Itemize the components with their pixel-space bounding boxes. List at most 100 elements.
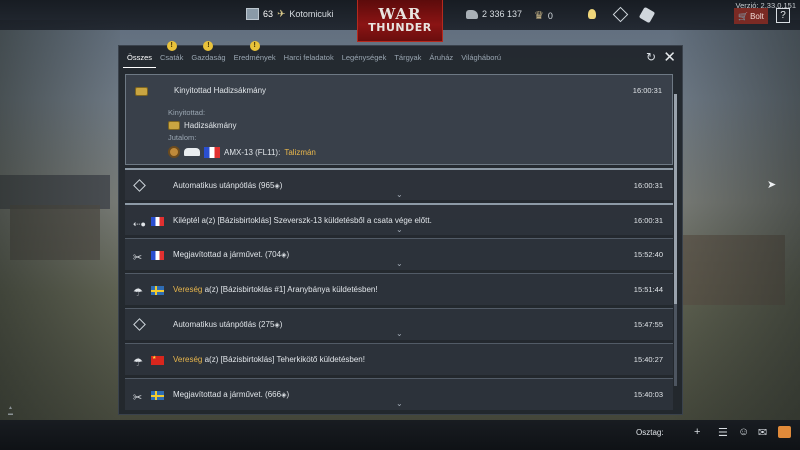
tab-5[interactable]: Legénységek bbox=[338, 46, 391, 68]
warning-badge-icon: ! bbox=[166, 41, 177, 51]
rank-wings-icon: ✈ bbox=[277, 8, 286, 20]
tab-2[interactable]: Gazdaság! bbox=[187, 41, 229, 68]
chevron-down-icon[interactable]: ⌄ bbox=[396, 225, 403, 234]
silver-lions-balance[interactable]: 2 336 137 bbox=[466, 9, 522, 19]
tab-label: Harci feladatok bbox=[283, 53, 334, 62]
shop-label: Bolt bbox=[750, 11, 764, 21]
row-message: Kiléptél a(z) [Bázisbirtoklás] Szeverszk… bbox=[173, 216, 432, 225]
row-icon bbox=[133, 179, 147, 192]
reward-label: Jutalom: bbox=[168, 133, 197, 142]
notification-row[interactable]: ☂ Vereség a(z) [Bázisbirtoklás #1] Aranyb… bbox=[125, 273, 673, 305]
tab-label: Tárgyak bbox=[394, 53, 422, 62]
tab-3[interactable]: Eredmények! bbox=[230, 41, 280, 68]
tab-8[interactable]: Világháború bbox=[457, 46, 505, 68]
refresh-icon[interactable]: ↻ bbox=[646, 50, 656, 64]
repair-cost-icon bbox=[133, 318, 146, 331]
mail-icon[interactable] bbox=[778, 426, 791, 438]
tab-label: Világháború bbox=[461, 53, 502, 62]
notification-expanded-entry[interactable]: Kinyitottad Hadizsákmány 16:00:31 Kinyit… bbox=[125, 74, 673, 165]
row-icon: ⇠● bbox=[133, 214, 147, 229]
silver-lions-value: 2 336 137 bbox=[482, 9, 523, 19]
items-button[interactable] bbox=[612, 6, 629, 23]
row-icon bbox=[133, 318, 147, 331]
reward-item: AMX-13 (FL11): Talizmán bbox=[168, 146, 316, 158]
row-suffix: ) bbox=[279, 181, 283, 190]
notification-row[interactable]: ✂ Megjavítottad a járművet. (704◈) 15:52:4… bbox=[125, 238, 673, 270]
close-icon[interactable]: ✕ bbox=[663, 48, 676, 66]
row-time: 15:52:40 bbox=[633, 250, 663, 259]
bottom-bar bbox=[0, 420, 800, 450]
background-shade-right bbox=[670, 20, 800, 420]
notification-row[interactable]: ✂ Megjavítottad a járművet. (666◈) 15:40:0… bbox=[125, 378, 673, 410]
battle-pass-button[interactable] bbox=[638, 6, 656, 24]
item-box-icon bbox=[612, 6, 629, 23]
squad-label: Osztag: bbox=[636, 428, 664, 437]
notification-row[interactable]: ⇠● Kiléptél a(z) [Bázisbirtoklás] Szevers… bbox=[125, 203, 673, 235]
flag-france-icon bbox=[204, 146, 220, 158]
row-message: a(z) [Bázisbirtoklás] Teherkikötő küldet… bbox=[202, 355, 365, 364]
flag-fr-icon bbox=[151, 251, 164, 260]
row-message: Automatikus utánpótlás (965 bbox=[173, 181, 275, 190]
opened-item-name: Hadizsákmány bbox=[184, 121, 237, 130]
golden-eagle-icon: ♛ bbox=[534, 10, 544, 22]
row-icon: ☂ bbox=[133, 353, 147, 369]
row-icon: ✂ bbox=[133, 388, 147, 404]
tab-label: Eredmények bbox=[233, 53, 276, 62]
row-text: Automatikus utánpótlás (275◈) bbox=[173, 320, 282, 329]
defeat-label: Vereség bbox=[173, 285, 203, 294]
chevron-down-icon[interactable]: ⌄ bbox=[396, 259, 403, 268]
notification-tabs: Összes Csaták! Gazdaság! Eredmények! Harci f… bbox=[119, 41, 682, 68]
opened-item: Hadizsákmány bbox=[168, 121, 236, 130]
parachute-icon: ☂ bbox=[133, 287, 143, 299]
parachute-icon: ☂ bbox=[133, 357, 143, 369]
row-message: Megjavítottad a járművet. (666 bbox=[173, 390, 282, 399]
chat-icon[interactable]: ✉ bbox=[758, 426, 767, 439]
flag-cn-icon bbox=[151, 355, 164, 365]
list-icon[interactable]: ☰ bbox=[718, 426, 728, 439]
notification-row[interactable]: ☂ Vereség a(z) [Bázisbirtoklás] Teherkikö… bbox=[125, 343, 673, 375]
row-suffix: ) bbox=[286, 390, 290, 399]
premium-button[interactable] bbox=[588, 9, 596, 19]
row-time: 16:00:31 bbox=[633, 216, 663, 225]
tab-6[interactable]: Tárgyak bbox=[390, 46, 425, 68]
row-time: 15:40:03 bbox=[633, 390, 663, 399]
background-shade-left bbox=[0, 20, 120, 420]
defeat-label: Vereség bbox=[173, 355, 203, 364]
wrench-icon: ✂ bbox=[133, 252, 143, 264]
exit-battle-icon: ⇠● bbox=[133, 219, 146, 229]
warning-badge-icon: ! bbox=[249, 41, 260, 51]
notification-list[interactable]: Kinyitottad Hadizsákmány 16:00:31 Kinyit… bbox=[125, 74, 673, 412]
war-thunder-logo[interactable]: WAR THUNDER bbox=[357, 0, 443, 42]
add-squad-button[interactable]: + bbox=[694, 426, 700, 438]
player-name: Kotomicuki bbox=[289, 9, 334, 19]
chevron-down-icon[interactable]: ⌄ bbox=[396, 329, 403, 338]
notification-row[interactable]: Automatikus utánpótlás (275◈) 15:47:55 ⌄ bbox=[125, 308, 673, 340]
tab-label: Összes bbox=[127, 53, 153, 62]
chevron-down-icon[interactable]: ⌄ bbox=[396, 190, 403, 199]
scrollbar-thumb[interactable] bbox=[674, 94, 677, 304]
friends-icon[interactable]: ☺ bbox=[738, 426, 749, 438]
flag-se-icon bbox=[151, 391, 164, 400]
notification-row[interactable]: Automatikus utánpótlás (965◈) 16:00:31 ⌄ bbox=[125, 168, 673, 200]
chest-icon bbox=[135, 87, 148, 96]
row-time: 15:51:44 bbox=[633, 285, 663, 294]
help-button[interactable]: ? bbox=[776, 8, 790, 23]
entry-time: 16:00:31 bbox=[632, 86, 662, 95]
row-text: Vereség a(z) [Bázisbirtoklás #1] Aranybá… bbox=[173, 285, 378, 294]
shop-button[interactable]: 🛒 Bolt bbox=[734, 8, 768, 24]
tab-7[interactable]: Áruház bbox=[425, 46, 457, 68]
row-text: Kiléptél a(z) [Bázisbirtoklás] Szeverszk… bbox=[173, 216, 432, 225]
tab-4[interactable]: Harci feladatok bbox=[280, 46, 338, 68]
chevron-down-icon[interactable]: ⌄ bbox=[396, 399, 403, 408]
golden-eagles-balance[interactable]: ♛ 0 bbox=[534, 9, 553, 22]
row-text: Vereség a(z) [Bázisbirtoklás] Teherkiköt… bbox=[173, 355, 365, 364]
player-profile[interactable]: 63 ✈ Kotomicuki bbox=[246, 8, 333, 20]
tab-0[interactable]: Összes bbox=[123, 46, 157, 68]
cart-icon: 🛒 bbox=[738, 11, 749, 21]
row-icon: ☂ bbox=[133, 283, 147, 299]
row-text: Automatikus utánpótlás (965◈) bbox=[173, 181, 282, 190]
tab-label: Gazdaság bbox=[191, 53, 226, 62]
row-message: a(z) [Bázisbirtoklás #1] Aranybánya küld… bbox=[202, 285, 378, 294]
tab-1[interactable]: Csaták! bbox=[156, 41, 187, 68]
chest-icon bbox=[168, 121, 180, 130]
